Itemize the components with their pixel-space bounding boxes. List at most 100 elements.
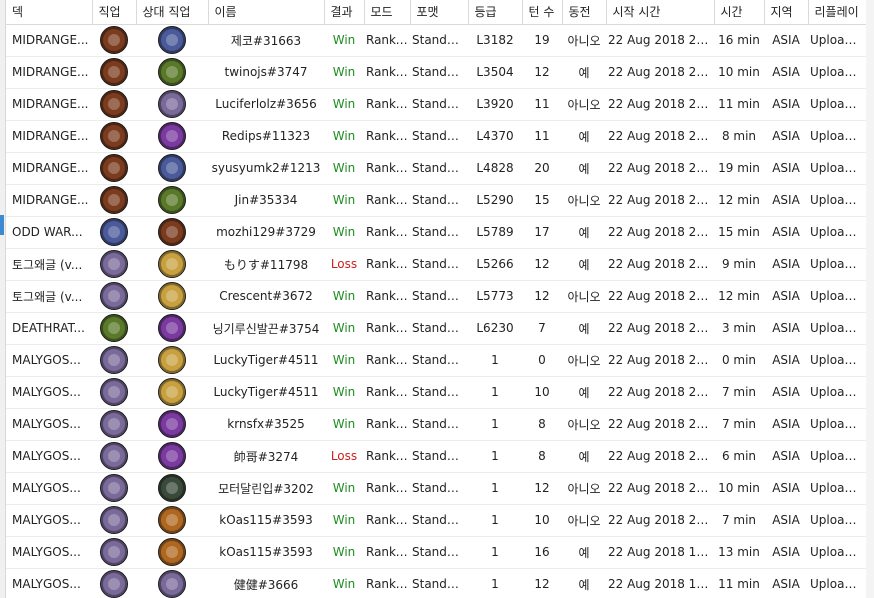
column-header-result[interactable]: 결과 [324, 0, 365, 25]
cell-deck: MALYGOS... [6, 472, 92, 505]
cell-deck: MIDRANGE... [6, 120, 92, 153]
cell-turns: 11 [522, 88, 562, 121]
cell-duration: 7 min [714, 376, 764, 409]
cell-coin: 아니오 [562, 504, 606, 537]
column-header-start-time[interactable]: 시작 시간 [606, 0, 715, 25]
cell-result: Win [324, 184, 364, 217]
cell-class [92, 312, 136, 345]
table-row[interactable]: MALYGOS... LuckyTiger#4511 Win Ranked Standa… [6, 344, 866, 377]
cell-start-time: 22 Aug 2018 22:26 [606, 120, 714, 153]
column-header-name[interactable]: 이름 [208, 0, 325, 25]
cell-duration: 11 min [714, 88, 764, 121]
cell-mode: Ranked [364, 24, 410, 57]
cell-mode: Ranked [364, 248, 410, 281]
column-header-mode[interactable]: 모드 [364, 0, 411, 25]
table-row[interactable]: MIDRANGE... Redips#11323 Win Ranked Standard… [6, 120, 866, 153]
cell-format: Standard [410, 472, 468, 505]
cell-deck: MALYGOS... [6, 504, 92, 537]
cell-name: kOas115#3593 [208, 504, 324, 537]
cell-name: Luciferlolz#3656 [208, 88, 324, 121]
cell-rank: L3182 [468, 24, 522, 57]
mage-icon [100, 250, 128, 278]
cell-region: ASIA [764, 56, 808, 89]
druid-icon [158, 58, 186, 86]
mage-icon [100, 474, 128, 502]
cell-replay: Uploaded [808, 440, 866, 473]
table-row[interactable]: MIDRANGE... syusyumk2#1213 Win Ranked Standa… [6, 152, 866, 185]
cell-result: Win [324, 408, 364, 441]
table-row[interactable]: MIDRANGE... Jin#35334 Win Ranked Standard L52… [6, 184, 866, 217]
left-panel-tab[interactable] [0, 215, 4, 235]
cell-region: ASIA [764, 24, 808, 57]
column-header-format[interactable]: 포맷 [410, 0, 469, 25]
cell-result: Win [324, 536, 364, 569]
cell-region: ASIA [764, 536, 808, 569]
table-row[interactable]: MIDRANGE... Luciferlolz#3656 Win Ranked Stan… [6, 88, 866, 121]
cell-rank: L6230 [468, 312, 522, 345]
cell-name: LuckyTiger#4511 [208, 344, 324, 377]
table-row[interactable]: MIDRANGE... 제코#31663 Win Ranked Standard L318… [6, 24, 866, 57]
cell-result: Win [324, 56, 364, 89]
column-header-class[interactable]: 직업 [92, 0, 137, 25]
column-header-opponent-class[interactable]: 상대 직업 [136, 0, 209, 25]
cell-coin: 예 [562, 312, 606, 345]
cell-region: ASIA [764, 312, 808, 345]
column-header-replay[interactable]: 리플레이 [808, 0, 867, 25]
column-header-deck[interactable]: 덱 [6, 0, 93, 25]
cell-mode: Ranked [364, 56, 410, 89]
cell-class [92, 344, 136, 377]
cell-opponent-class [136, 56, 208, 89]
cell-region: ASIA [764, 344, 808, 377]
cell-start-time: 22 Aug 2018 22:35 [606, 88, 714, 121]
cell-coin: 예 [562, 56, 606, 89]
table-row[interactable]: MALYGOS... krnsfx#3525 Win Ranked Standard 1 8… [6, 408, 866, 441]
cell-replay: Uploaded [808, 152, 866, 185]
cell-duration: 3 min [714, 312, 764, 345]
cell-turns: 8 [522, 408, 562, 441]
table-row[interactable]: ODD WAR... mozhi129#3729 Win Ranked Standard… [6, 216, 866, 249]
cell-duration: 10 min [714, 56, 764, 89]
cell-format: Standard [410, 24, 468, 57]
cell-region: ASIA [764, 120, 808, 153]
cell-format: Standard [410, 536, 468, 569]
table-row[interactable]: MALYGOS... kOas115#3593 Win Ranked Standard 1… [6, 504, 866, 537]
cell-start-time: 22 Aug 2018 22:59 [606, 24, 714, 57]
column-header-region[interactable]: 지역 [764, 0, 809, 25]
vertical-scrollbar[interactable] [866, 0, 874, 598]
cell-format: Standard [410, 248, 468, 281]
cell-opponent-class [136, 88, 208, 121]
table-row[interactable]: MALYGOS... 健健#3666 Win Ranked Standard 1 12 예 22… [6, 568, 866, 598]
cell-replay: Uploaded [808, 504, 866, 537]
column-header-turns[interactable]: 턴 수 [522, 0, 563, 25]
cell-mode: Ranked [364, 344, 410, 377]
table-row[interactable]: MIDRANGE... twinojs#3747 Win Ranked Standard… [6, 56, 866, 89]
cell-class [92, 88, 136, 121]
column-header-rank[interactable]: 등급 [468, 0, 523, 25]
cell-name: mozhi129#3729 [208, 216, 324, 249]
cell-class [92, 184, 136, 217]
table-row[interactable]: MALYGOS... 帥哥#3274 Loss Ranked Standard 1 8 예 22… [6, 440, 866, 473]
cell-class [92, 24, 136, 57]
cell-name: LuckyTiger#4511 [208, 376, 324, 409]
table-row[interactable]: 토그왜글 (v... もりす#11798 Loss Ranked Standard L52… [6, 248, 866, 281]
cell-region: ASIA [764, 280, 808, 313]
table-row[interactable]: MALYGOS... 모터달린입#3202 Win Ranked Standard 1 12… [6, 472, 866, 505]
column-header-coin[interactable]: 동전 [562, 0, 607, 25]
cell-replay: Uploaded [808, 536, 866, 569]
cell-duration: 12 min [714, 184, 764, 217]
table-row[interactable]: MALYGOS... kOas115#3593 Win Ranked Standard 1… [6, 536, 866, 569]
table-row[interactable]: DEATHRAT... 닝기루신발끈#3754 Win Ranked Standard L… [6, 312, 866, 345]
table-row[interactable]: 토그왜글 (v... Crescent#3672 Win Ranked Standard… [6, 280, 866, 313]
table-row[interactable]: MALYGOS... LuckyTiger#4511 Win Ranked Standa… [6, 376, 866, 409]
cell-replay: Uploaded [808, 184, 866, 217]
cell-rank: L3920 [468, 88, 522, 121]
cell-rank: 1 [468, 376, 522, 409]
mage-icon [100, 378, 128, 406]
mage-icon [100, 282, 128, 310]
cell-class [92, 440, 136, 473]
cell-mode: Ranked [364, 536, 410, 569]
column-header-duration[interactable]: 시간 [714, 0, 765, 25]
cell-rank: L4370 [468, 120, 522, 153]
cell-start-time: 22 Aug 2018 20:09 [606, 472, 714, 505]
cell-mode: Ranked [364, 568, 410, 598]
